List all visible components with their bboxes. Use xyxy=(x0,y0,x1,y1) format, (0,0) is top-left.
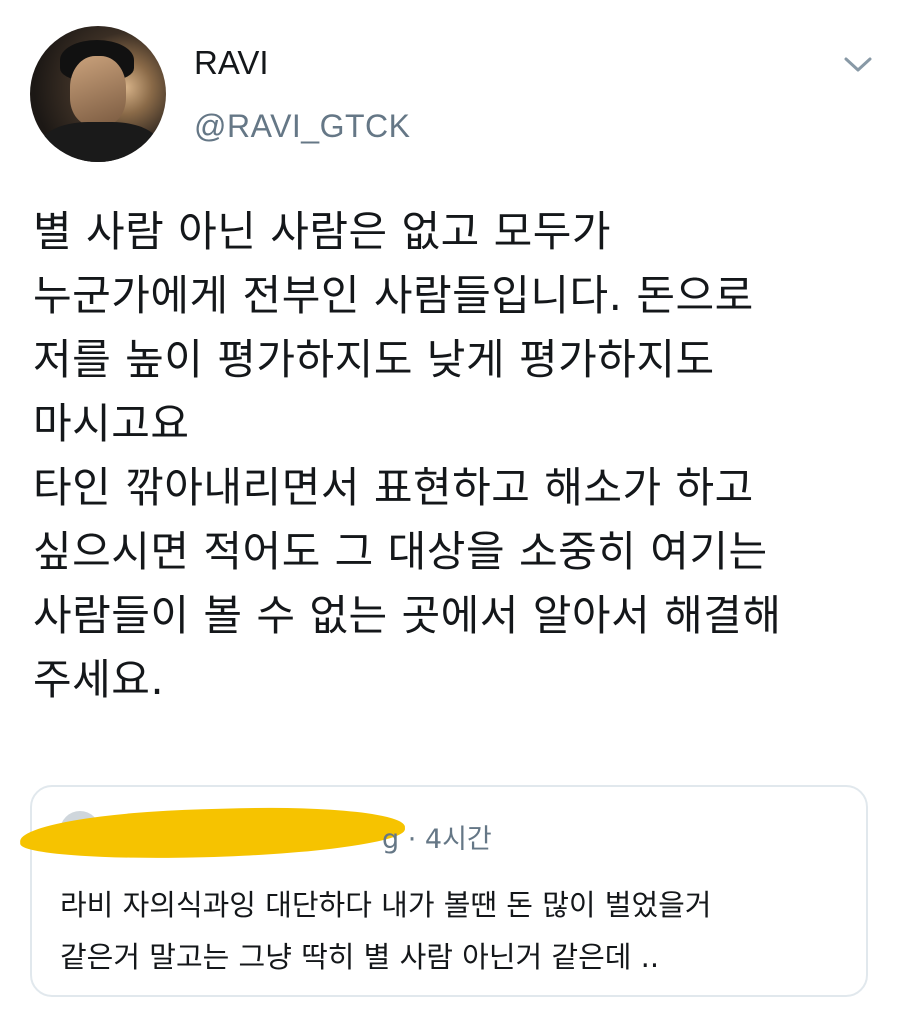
display-name[interactable]: RAVI xyxy=(194,44,269,82)
chevron-down-icon[interactable] xyxy=(840,50,876,78)
tweet-text: 별 사람 아닌 사람은 없고 모두가 누군가에게 전부인 사람들입니다. 돈으로… xyxy=(33,207,782,704)
tweet-header: RAVI @RAVI_GTCK xyxy=(0,0,900,180)
avatar-body xyxy=(40,122,160,162)
quoted-text: 라비 자의식과잉 대단하다 내가 볼땐 돈 많이 벌었을거 같은거 말고는 그냥… xyxy=(60,888,712,974)
quoted-meta: g · 4시간 xyxy=(382,824,492,855)
user-handle[interactable]: @RAVI_GTCK xyxy=(194,108,410,145)
quoted-tweet[interactable]: g · 4시간 라비 자의식과잉 대단하다 내가 볼땐 돈 많이 벌었을거 같은… xyxy=(19,785,868,997)
avatar[interactable] xyxy=(30,26,166,162)
avatar-face xyxy=(70,56,126,126)
